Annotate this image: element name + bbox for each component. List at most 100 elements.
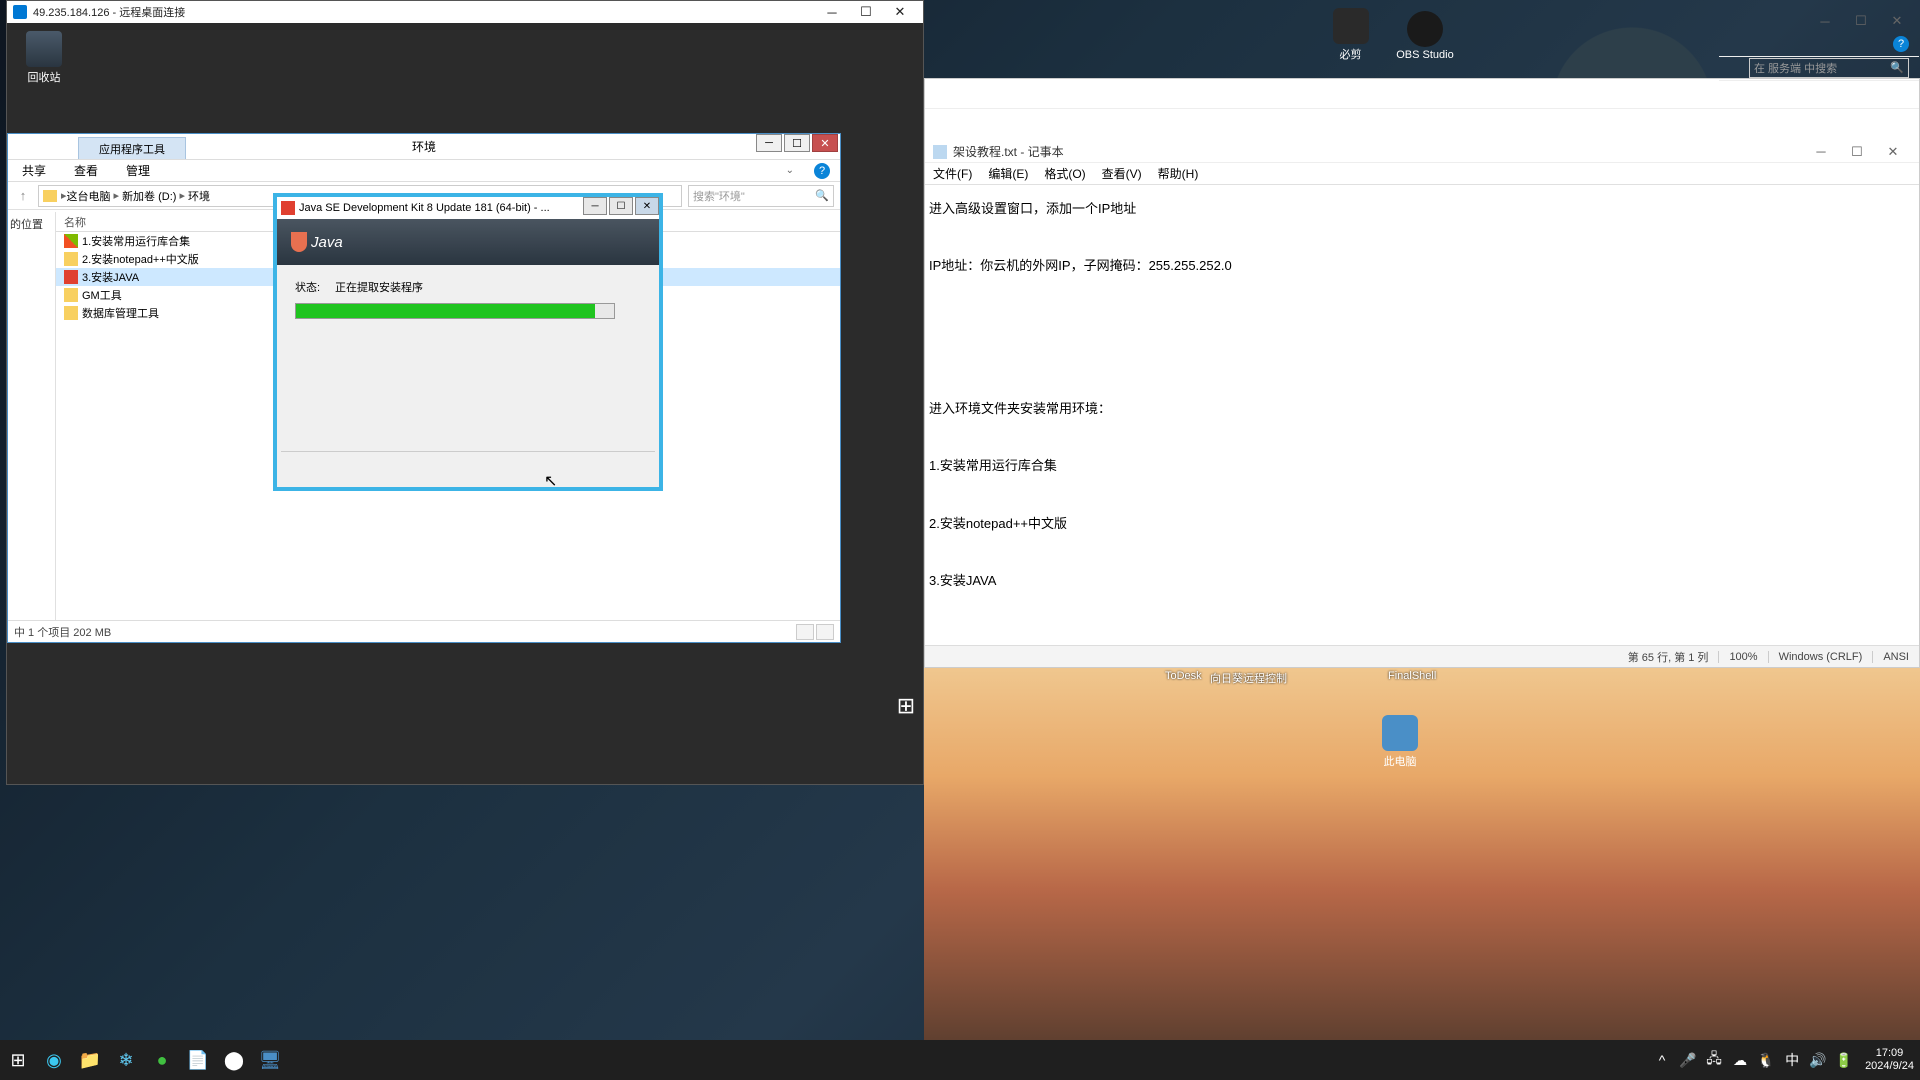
float-todesk[interactable]: ToDesk — [1165, 670, 1202, 682]
search-placeholder: 搜索"环境" — [693, 188, 745, 204]
explorer-help: ⌄ ? — [772, 163, 840, 179]
java-status-row: 状态: 正在提取安装程序 — [295, 279, 641, 295]
column-name-label: 名称 — [64, 214, 86, 230]
maximize-button[interactable]: ☐ — [849, 1, 883, 23]
float-sunlogin[interactable]: 向日葵远程控制 — [1210, 670, 1287, 686]
host-desktop-icons: 必剪 OBS Studio — [1316, 8, 1460, 63]
explorer-menu: 共享 查看 管理 ⌄ ? — [8, 160, 840, 182]
status-encoding: ANSI — [1872, 651, 1919, 663]
chevron-down-icon[interactable]: ⌄ — [772, 165, 808, 176]
maximize-button[interactable]: ☐ — [784, 134, 810, 152]
desktop-icon-bijian[interactable]: 必剪 — [1321, 8, 1381, 62]
breadcrumb-pc[interactable]: 这台电脑 — [67, 188, 111, 204]
java-titlebar[interactable]: Java SE Development Kit 8 Update 181 (64… — [277, 197, 659, 219]
desktop-icon-label: OBS Studio — [1395, 49, 1455, 61]
file-name: 2.安装notepad++中文版 — [82, 251, 199, 267]
explorer-search[interactable]: 搜索"环境" 🔍 — [688, 185, 834, 207]
rdp-taskbar-icon[interactable]: 🖥 — [252, 1042, 288, 1078]
desktop-icon-this-pc[interactable]: 此电脑 — [1370, 715, 1430, 769]
explorer-nav-pane[interactable]: 的位置 — [8, 212, 56, 620]
menu-format[interactable]: 格式(O) — [1036, 165, 1093, 182]
search-icon: 🔍 — [815, 189, 829, 202]
app-icon[interactable]: ❄ — [108, 1042, 144, 1078]
help-icon[interactable]: ? — [1893, 36, 1909, 52]
taskbar-left: ⊞ ◉ 📁 ❄ ● 📄 ⬤ 🖥 — [0, 1042, 288, 1078]
desktop-icon-obs[interactable]: OBS Studio — [1395, 11, 1455, 61]
tray-volume-icon[interactable]: 🔊 — [1808, 1050, 1828, 1070]
status-label: 状态: — [295, 279, 335, 295]
tray-chevron-icon[interactable]: ^ — [1652, 1050, 1672, 1070]
notepad-file-title-row: 架设教程.txt - 记事本 ─ ☐ ✕ — [925, 141, 1919, 163]
java-footer — [281, 451, 655, 483]
minimize-button[interactable]: ─ — [815, 1, 849, 23]
view-icons-button[interactable] — [816, 624, 834, 640]
breadcrumb-sep: ▸ — [179, 189, 185, 202]
taskbar-clock[interactable]: 17:09 2024/9/24 — [1865, 1047, 1914, 1073]
explorer-icon[interactable]: 📁 — [72, 1042, 108, 1078]
close-button[interactable]: ✕ — [635, 197, 659, 215]
status-zoom: 100% — [1718, 651, 1767, 663]
tray-battery-icon[interactable]: 🔋 — [1834, 1050, 1854, 1070]
java-logo-text: Java — [311, 234, 343, 251]
menu-share[interactable]: 共享 — [8, 162, 60, 179]
close-button[interactable]: ✕ — [812, 134, 838, 152]
menu-file[interactable]: 文件(F) — [925, 165, 980, 182]
notepad-menu: 文件(F) 编辑(E) 格式(O) 查看(V) 帮助(H) — [925, 163, 1919, 185]
menu-help[interactable]: 帮助(H) — [1150, 165, 1207, 182]
remote-desktop[interactable]: 回收站 应用程序工具 环境 ─ ☐ ✕ 共享 查看 管理 ⌄ ? — [7, 23, 923, 784]
folder-icon — [64, 306, 78, 320]
notepad-icon[interactable]: 📄 — [180, 1042, 216, 1078]
java-logo: Java — [291, 232, 343, 252]
minimize-button[interactable]: ─ — [583, 197, 607, 215]
breadcrumb-folder[interactable]: 环境 — [188, 188, 210, 204]
minimize-button[interactable]: ─ — [1803, 138, 1839, 166]
tray-onedrive-icon[interactable]: ☁ — [1730, 1050, 1750, 1070]
ribbon-tab-apptools[interactable]: 应用程序工具 — [78, 137, 186, 159]
desktop-icon-label: 必剪 — [1321, 46, 1381, 62]
java-icon — [64, 270, 78, 284]
tray-qq-icon[interactable]: 🐧 — [1756, 1050, 1776, 1070]
maximize-button[interactable]: ☐ — [1839, 138, 1875, 166]
text-file-icon — [933, 145, 947, 159]
tray-ime-icon[interactable]: 中 — [1782, 1050, 1802, 1070]
help-icon[interactable]: ? — [814, 163, 830, 179]
java-title-text: Java SE Development Kit 8 Update 181 (64… — [299, 202, 550, 214]
close-button[interactable]: ✕ — [883, 1, 917, 23]
start-button-remote[interactable]: ⊞ — [892, 692, 920, 720]
menu-edit[interactable]: 编辑(E) — [980, 165, 1036, 182]
explorer-statusbar: 中 1 个项目 202 MB — [8, 620, 840, 642]
progress-fill — [296, 304, 595, 318]
nav-up-icon[interactable]: ↑ — [14, 187, 32, 205]
rdp-icon — [13, 5, 27, 19]
notepad-search-row: 在 服务端 中搜索🔍 — [1719, 55, 1919, 81]
folder-icon — [43, 190, 57, 202]
start-button[interactable]: ⊞ — [0, 1042, 36, 1078]
progress-bar — [295, 303, 615, 319]
notepad-file-title: 架设教程.txt - 记事本 — [953, 143, 1064, 160]
java-banner: Java — [277, 219, 659, 265]
search-input[interactable]: 在 服务端 中搜索🔍 — [1749, 58, 1909, 78]
recycle-bin[interactable]: 回收站 — [19, 31, 69, 85]
file-name: 数据库管理工具 — [82, 305, 159, 321]
rdp-titlebar[interactable]: 49.235.184.126 - 远程桌面连接 ─ ☐ ✕ — [7, 1, 923, 23]
edge-icon[interactable]: ◉ — [36, 1042, 72, 1078]
wechat-icon[interactable]: ● — [144, 1042, 180, 1078]
breadcrumb-drive[interactable]: 新加卷 (D:) — [122, 188, 176, 204]
close-button[interactable]: ✕ — [1875, 138, 1911, 166]
file-name: 3.安装JAVA — [82, 269, 139, 285]
maximize-button[interactable]: ☐ — [609, 197, 633, 215]
menu-view[interactable]: 查看(V) — [1094, 165, 1150, 182]
obs-icon — [1407, 11, 1443, 47]
tray-network-icon[interactable]: 🖧 — [1704, 1050, 1724, 1070]
java-icon — [281, 201, 295, 215]
taskbar-right: ^ 🎤 🖧 ☁ 🐧 中 🔊 🔋 17:09 2024/9/24 — [1649, 1047, 1920, 1073]
menu-manage[interactable]: 管理 — [112, 162, 164, 179]
float-finalshell[interactable]: FinalShell — [1388, 670, 1436, 682]
minimize-button[interactable]: ─ — [756, 134, 782, 152]
obs-taskbar-icon[interactable]: ⬤ — [216, 1042, 252, 1078]
tray-mic-icon[interactable]: 🎤 — [1678, 1050, 1698, 1070]
view-details-button[interactable] — [796, 624, 814, 640]
rdp-window: 49.235.184.126 - 远程桌面连接 ─ ☐ ✕ 回收站 应用程序工具… — [6, 0, 924, 785]
menu-view[interactable]: 查看 — [60, 162, 112, 179]
notepad-text-area[interactable]: 进入高级设置窗口，添加一个IP地址 IP地址：你云机的外网IP，子网掩码：255… — [925, 187, 1919, 645]
